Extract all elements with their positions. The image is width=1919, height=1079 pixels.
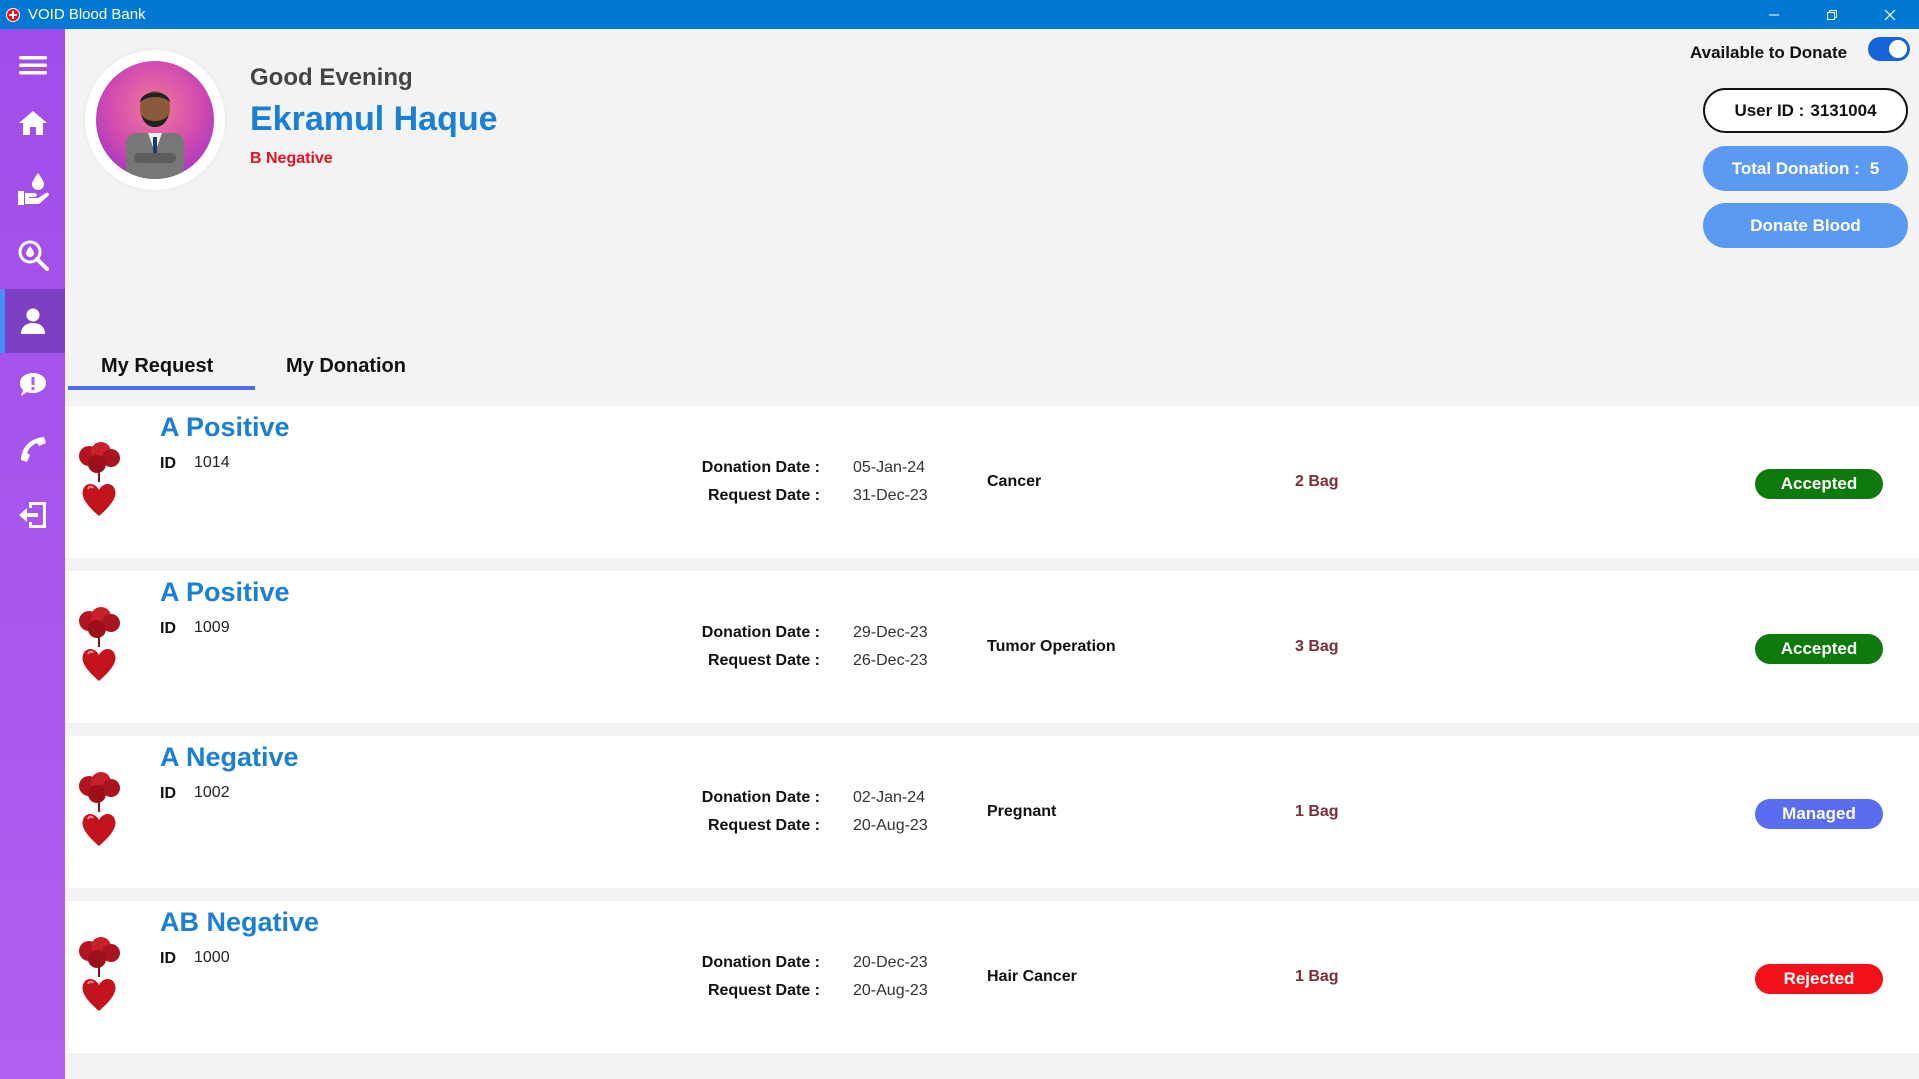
bag-count: 1 Bag	[1295, 803, 1339, 820]
donation-date-label: Donation Date :	[701, 459, 820, 476]
request-date: 31-Dec-23	[853, 487, 928, 504]
sidebar-item-menu[interactable]	[0, 33, 65, 97]
avatar-frame	[85, 50, 225, 190]
id-label: ID	[160, 785, 176, 802]
request-reason: Pregnant	[987, 803, 1057, 820]
request-id: 1002	[194, 784, 230, 801]
bag-count: 1 Bag	[1295, 968, 1339, 985]
request-reason: Tumor Operation	[987, 638, 1116, 655]
id-label: ID	[160, 950, 176, 967]
donation-date-label: Donation Date :	[701, 789, 820, 806]
sidebar	[0, 29, 65, 1079]
status-badge: Rejected	[1755, 964, 1883, 994]
request-id: 1009	[194, 619, 230, 636]
request-id: 1000	[194, 949, 230, 966]
tab-my-request[interactable]: My Request	[101, 355, 213, 378]
status-badge: Accepted	[1755, 634, 1883, 664]
request-date-label: Request Date :	[707, 982, 820, 999]
total-donation-badge: Total Donation : 5	[1703, 146, 1908, 191]
restore-icon	[1827, 9, 1837, 20]
total-donation-label: Total Donation :	[1731, 158, 1860, 178]
close-icon	[1884, 9, 1896, 20]
user-id-badge: User ID : 3131004	[1703, 88, 1908, 133]
donation-date-label: Donation Date :	[701, 624, 820, 641]
sidebar-item-profile[interactable]	[0, 289, 65, 353]
title-bar: VOID Blood Bank	[0, 0, 1919, 29]
donation-date: 29-Dec-23	[853, 624, 928, 641]
id-label: ID	[160, 455, 176, 472]
sidebar-item-call[interactable]	[0, 417, 65, 481]
request-blood-group: AB Negative	[160, 907, 320, 937]
restore-button[interactable]	[1803, 0, 1861, 29]
availability-label: Available to Donate	[1690, 43, 1848, 62]
sidebar-item-chat[interactable]	[0, 353, 65, 417]
blood-heart-icon	[79, 937, 120, 1011]
search-blood-icon	[18, 240, 49, 271]
request-id: 1014	[194, 454, 230, 471]
sidebar-item-donate[interactable]	[0, 157, 65, 221]
status-badge: Accepted	[1755, 469, 1883, 499]
bag-count: 2 Bag	[1295, 473, 1339, 490]
request-card[interactable]: AB Negative ID 1000 Donation Date : 20-D…	[65, 901, 1919, 1053]
request-date: 20-Aug-23	[853, 982, 928, 999]
app-icon	[6, 7, 20, 22]
request-card[interactable]: A Positive ID 1009 Donation Date : 29-De…	[65, 571, 1919, 723]
chat-icon	[19, 373, 46, 396]
request-card[interactable]: A Positive ID 1014 Donation Date : 05-Ja…	[65, 406, 1919, 558]
bag-count: 3 Bag	[1295, 638, 1339, 655]
donation-date: 05-Jan-24	[853, 459, 926, 476]
user-name: Ekramul Haque	[250, 100, 498, 138]
avatar	[96, 61, 214, 179]
donate-hand-icon	[17, 173, 49, 205]
user-id-label: User ID :	[1734, 100, 1805, 120]
logout-icon	[18, 502, 46, 528]
donation-date: 20-Dec-23	[853, 954, 928, 971]
home-icon	[18, 111, 47, 135]
request-blood-group: A Negative	[160, 742, 299, 772]
blood-heart-icon	[79, 607, 120, 681]
donation-date: 02-Jan-24	[853, 789, 926, 806]
person-photo-icon	[126, 91, 184, 179]
total-donation-value: 5	[1869, 158, 1880, 178]
request-reason: Cancer	[987, 473, 1042, 490]
profile-icon	[20, 308, 45, 334]
request-date: 20-Aug-23	[853, 817, 928, 834]
user-blood-group: B Negative	[250, 150, 333, 167]
blood-heart-icon	[79, 442, 120, 516]
window-title: VOID Blood Bank	[28, 6, 146, 23]
request-date-label: Request Date :	[707, 817, 820, 834]
active-tab-indicator	[68, 386, 255, 390]
request-date: 26-Dec-23	[853, 652, 928, 669]
window-controls	[1745, 0, 1919, 29]
sidebar-item-home[interactable]	[0, 91, 65, 155]
greeting-text: Good Evening	[250, 64, 413, 91]
sidebar-item-logout[interactable]	[0, 483, 65, 547]
status-badge: Managed	[1755, 799, 1883, 829]
availability-toggle[interactable]	[1868, 37, 1910, 61]
donation-date-label: Donation Date :	[701, 954, 820, 971]
close-button[interactable]	[1861, 0, 1919, 29]
request-date-label: Request Date :	[707, 487, 820, 504]
request-card[interactable]: A Negative ID 1002 Donation Date : 02-Ja…	[65, 736, 1919, 888]
request-reason: Hair Cancer	[987, 968, 1077, 985]
request-blood-group: A Positive	[160, 577, 290, 607]
sidebar-item-search[interactable]	[0, 223, 65, 287]
request-date-label: Request Date :	[707, 652, 820, 669]
phone-icon	[20, 437, 46, 462]
minimize-button[interactable]	[1745, 0, 1803, 29]
user-id-value: 3131004	[1810, 100, 1877, 120]
id-label: ID	[160, 620, 176, 637]
menu-icon	[18, 56, 47, 75]
request-blood-group: A Positive	[160, 412, 290, 442]
blood-heart-icon	[79, 772, 120, 846]
minimize-icon	[1769, 14, 1779, 15]
donate-blood-button[interactable]: Donate Blood	[1703, 203, 1908, 248]
tab-my-donation[interactable]: My Donation	[286, 355, 406, 378]
